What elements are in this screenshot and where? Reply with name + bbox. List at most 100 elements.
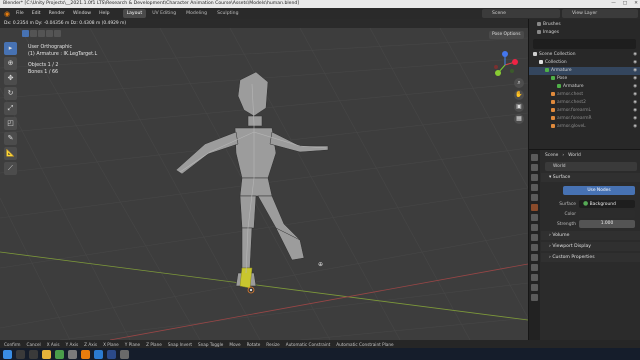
windows-icon[interactable] bbox=[3, 349, 12, 359]
outliner-item[interactable]: Pose ◉ bbox=[529, 75, 640, 83]
visibility-eye-icon[interactable]: ◉ bbox=[633, 51, 637, 59]
output-icon[interactable] bbox=[531, 174, 538, 181]
select-mode-icon[interactable] bbox=[22, 30, 29, 37]
visibility-eye-icon[interactable]: ◉ bbox=[633, 99, 637, 107]
world-icon[interactable] bbox=[531, 204, 538, 211]
scale-icon[interactable]: ⤢ bbox=[4, 102, 17, 115]
minimize-button[interactable]: — bbox=[611, 0, 616, 8]
move-icon[interactable]: ✥ bbox=[4, 72, 17, 85]
outliner-images-row[interactable]: Images bbox=[529, 29, 640, 37]
navigation-gizmo[interactable] bbox=[490, 50, 520, 80]
outliner-search-input[interactable] bbox=[533, 39, 636, 49]
world-selector[interactable]: World bbox=[545, 162, 637, 171]
grid-icon[interactable]: ▦ bbox=[514, 114, 524, 124]
visibility-eye-icon[interactable]: ◉ bbox=[633, 67, 637, 75]
select-invert-icon[interactable] bbox=[46, 30, 53, 37]
texture-icon[interactable] bbox=[531, 294, 538, 301]
explorer-icon[interactable] bbox=[42, 349, 51, 359]
bone-icon[interactable] bbox=[531, 274, 538, 281]
particles-icon[interactable] bbox=[531, 234, 538, 241]
scene-selector[interactable]: Scene bbox=[482, 9, 560, 18]
outliner-brushes-row[interactable]: Brushes bbox=[529, 21, 640, 29]
vscode-icon[interactable] bbox=[94, 349, 103, 359]
maximize-button[interactable]: □ bbox=[623, 0, 627, 8]
unity-icon[interactable] bbox=[68, 349, 77, 359]
outliner-item-label: armor.gloveL bbox=[557, 124, 586, 129]
visibility-eye-icon[interactable]: ◉ bbox=[633, 59, 637, 67]
taskview-icon[interactable] bbox=[29, 349, 38, 359]
view-layer-selector[interactable]: View Layer bbox=[562, 9, 638, 18]
breadcrumb-separator: › bbox=[562, 152, 565, 158]
photoshop-icon[interactable] bbox=[107, 349, 116, 359]
render-icon[interactable] bbox=[531, 164, 538, 171]
surface-panel-header[interactable]: ▾ Surface bbox=[541, 173, 640, 182]
outliner-item[interactable]: Armature ◉ bbox=[529, 67, 640, 75]
select-extend-icon[interactable] bbox=[30, 30, 37, 37]
view-layer-icon[interactable] bbox=[531, 184, 538, 191]
outliner-item[interactable]: armor.forearmL ◉ bbox=[529, 107, 640, 115]
menu-file[interactable]: File bbox=[13, 8, 27, 19]
outliner-item[interactable]: Collection ◉ bbox=[529, 59, 640, 67]
search-icon[interactable] bbox=[16, 349, 25, 359]
blender-icon[interactable] bbox=[81, 349, 90, 359]
select-icon[interactable]: ▸ bbox=[4, 42, 17, 55]
select-subtract-icon[interactable] bbox=[38, 30, 45, 37]
tool-icon[interactable] bbox=[531, 154, 538, 161]
pose-tool-icon[interactable]: ⟋ bbox=[4, 162, 17, 175]
camera-icon[interactable]: ▣ bbox=[514, 102, 524, 112]
visibility-eye-icon[interactable]: ◉ bbox=[633, 107, 637, 115]
visibility-eye-icon[interactable]: ◉ bbox=[633, 123, 637, 131]
measure-icon[interactable]: 📐 bbox=[4, 147, 17, 160]
data-icon[interactable] bbox=[531, 264, 538, 271]
menu-help[interactable]: Help bbox=[96, 8, 112, 19]
tab-sculpting[interactable]: Sculpting bbox=[213, 9, 242, 18]
outliner-item[interactable]: armor.chest2 ◉ bbox=[529, 99, 640, 107]
tab-layout[interactable]: Layout bbox=[122, 9, 147, 18]
outliner-item[interactable]: Armature ◉ bbox=[529, 83, 640, 91]
outliner-item[interactable]: armor.gloveL ◉ bbox=[529, 123, 640, 131]
close-button[interactable]: ✕ bbox=[634, 0, 638, 8]
visibility-eye-icon[interactable]: ◉ bbox=[633, 75, 637, 83]
menu-edit[interactable]: Edit bbox=[29, 8, 44, 19]
tab-modeling[interactable]: Modeling bbox=[182, 9, 211, 18]
custom-properties-panel-header[interactable]: › Custom Properties bbox=[541, 253, 640, 262]
cursor-icon[interactable]: ⊕ bbox=[4, 57, 17, 70]
breadcrumb-scene[interactable]: Scene bbox=[545, 153, 558, 158]
3d-viewport[interactable]: ⊕ ▸ ⊕ ✥ ↻ ⤢ ◰ ✎ 📐 ⟋ User Orthographic (1… bbox=[0, 28, 528, 340]
app-icon[interactable] bbox=[120, 349, 129, 359]
transform-icon[interactable]: ◰ bbox=[4, 117, 17, 130]
volume-panel-header[interactable]: › Volume bbox=[541, 231, 640, 240]
visibility-eye-icon[interactable]: ◉ bbox=[633, 83, 637, 91]
pose-options-dropdown[interactable]: Pose Options bbox=[489, 31, 524, 39]
outliner-item[interactable]: Scene Collection ◉ bbox=[529, 51, 640, 59]
menu-window[interactable]: Window bbox=[70, 8, 94, 19]
outliner-item-type-icon bbox=[533, 51, 537, 56]
visibility-eye-icon[interactable]: ◉ bbox=[633, 91, 637, 99]
hand-icon[interactable]: ✋ bbox=[514, 90, 524, 100]
scene-icon[interactable] bbox=[531, 194, 538, 201]
tab-uv-editing[interactable]: UV Editing bbox=[148, 9, 180, 18]
visibility-eye-icon[interactable]: ◉ bbox=[633, 115, 637, 123]
blender-logo-icon[interactable]: ◉ bbox=[3, 10, 11, 18]
menu-render[interactable]: Render bbox=[46, 8, 68, 19]
zoom-icon[interactable]: ⌕ bbox=[514, 78, 524, 88]
viewport-display-panel-header[interactable]: › Viewport Display bbox=[541, 242, 640, 251]
physics-icon[interactable] bbox=[531, 244, 538, 251]
object-icon[interactable] bbox=[531, 214, 538, 221]
bones-stat: Bones 1 / 66 bbox=[28, 69, 97, 76]
use-nodes-button[interactable]: Use Nodes bbox=[563, 186, 635, 195]
strength-value-input[interactable]: 1.000 bbox=[579, 220, 635, 228]
properties-panel: Scene › World World ▾ Surface Use Nodes … bbox=[528, 149, 640, 341]
surface-value-dropdown[interactable]: ● Background bbox=[579, 200, 635, 208]
modifier-icon[interactable] bbox=[531, 224, 538, 231]
annotate-icon[interactable]: ✎ bbox=[4, 132, 17, 145]
color-swatch[interactable] bbox=[579, 210, 635, 218]
rotate-icon[interactable]: ↻ bbox=[4, 87, 17, 100]
select-intersect-icon[interactable] bbox=[54, 30, 61, 37]
material-icon[interactable] bbox=[531, 284, 538, 291]
constraints-icon[interactable] bbox=[531, 254, 538, 261]
outliner-item[interactable]: armor.chest ◉ bbox=[529, 91, 640, 99]
outliner-item[interactable]: armor.forearmR ◉ bbox=[529, 115, 640, 123]
breadcrumb-world[interactable]: World bbox=[568, 153, 581, 158]
chrome-icon[interactable] bbox=[55, 349, 64, 359]
